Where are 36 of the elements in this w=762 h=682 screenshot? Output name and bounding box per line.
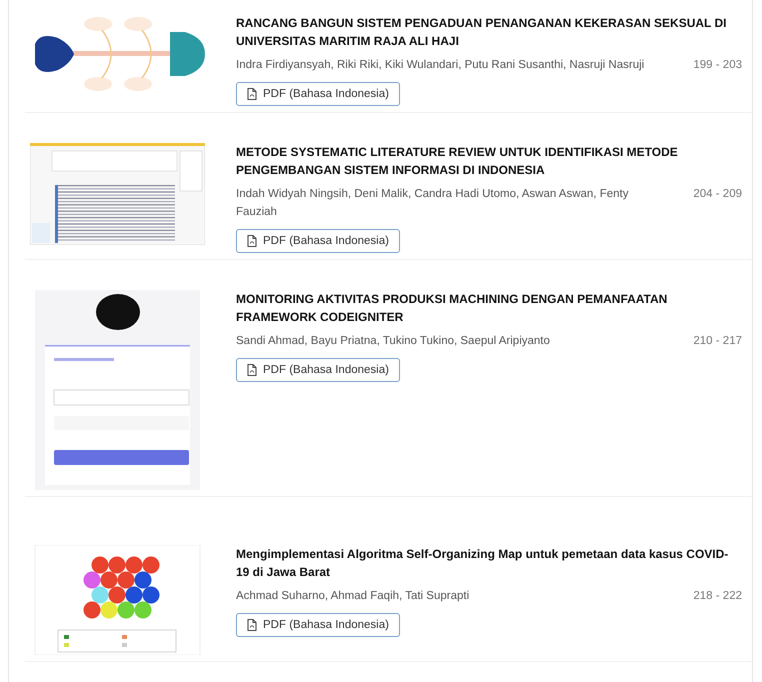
map-cell [100,602,118,618]
map-cell [126,556,142,574]
page-range: 204 - 209 [693,187,742,202]
article-title[interactable]: MONITORING AKTIVITAS PRODUKSI MACHINING DENGAN PEMANFAATAN FRAMEWORK CODEIGNITER [236,290,736,326]
map-cell [134,602,152,618]
map-cell [118,572,134,588]
article-title[interactable]: RANCANG BANGUN SISTEM PENGADUAN PENANGANAN KEKERASAN SEKSUAL DI UNIVERSITAS MARITIM RAJA ALI HAJI [236,14,736,50]
map-cell [108,556,126,574]
page-range: 218 - 222 [693,589,742,604]
file-icon [247,235,257,247]
pdf-download-button[interactable]: PDF (Bahasa Indonesia) [236,358,400,382]
article-authors: Sandi Ahmad, Bayu Priatna, Tukino Tukino, Saepul Aripiyanto [236,334,550,349]
pdf-download-button[interactable]: PDF (Bahasa Indonesia) [236,82,400,106]
file-icon [247,619,257,631]
article-title[interactable]: Mengimplementasi Algoritma Self-Organizing Map untuk pemetaan data kasus COVID-19 di Jawa Barat [236,545,736,581]
article-authors: Indra Firdiyansyah, Riki Riki, Kiki Wulandari, Putu Rani Susanthi, Nasruji Nasruji [236,58,644,73]
pdf-download-button[interactable]: PDF (Bahasa Indonesia) [236,229,400,253]
page-range: 210 - 217 [693,334,742,349]
map-cell [134,572,152,588]
map-cell [92,586,108,604]
map-cell [142,556,160,574]
article-authors: Achmad Suharno, Ahmad Faqih, Tati Suprapti [236,589,470,604]
map-cell [100,572,118,588]
map-cell [84,602,100,618]
file-icon [247,364,257,376]
map-cell [84,572,100,588]
article-authors: Indah Widyah Ningsih, Deni Malik, Candra Hadi Utomo, Aswan Aswan, Fenty Fauziah [236,187,630,220]
article-title[interactable]: METODE SYSTEMATIC LITERATURE REVIEW UNTUK IDENTIFIKASI METODE PENGEMBANGAN SISTEM INFORMASI DI INDONESIA [236,143,736,179]
file-icon [247,88,257,100]
page-range: 199 - 203 [693,58,742,73]
map-cell [118,602,134,618]
map-cell [126,586,142,604]
pdf-download-button[interactable]: PDF (Bahasa Indonesia) [236,613,400,637]
map-cell [142,586,160,604]
map-cell [108,586,126,604]
map-cell [92,556,108,574]
